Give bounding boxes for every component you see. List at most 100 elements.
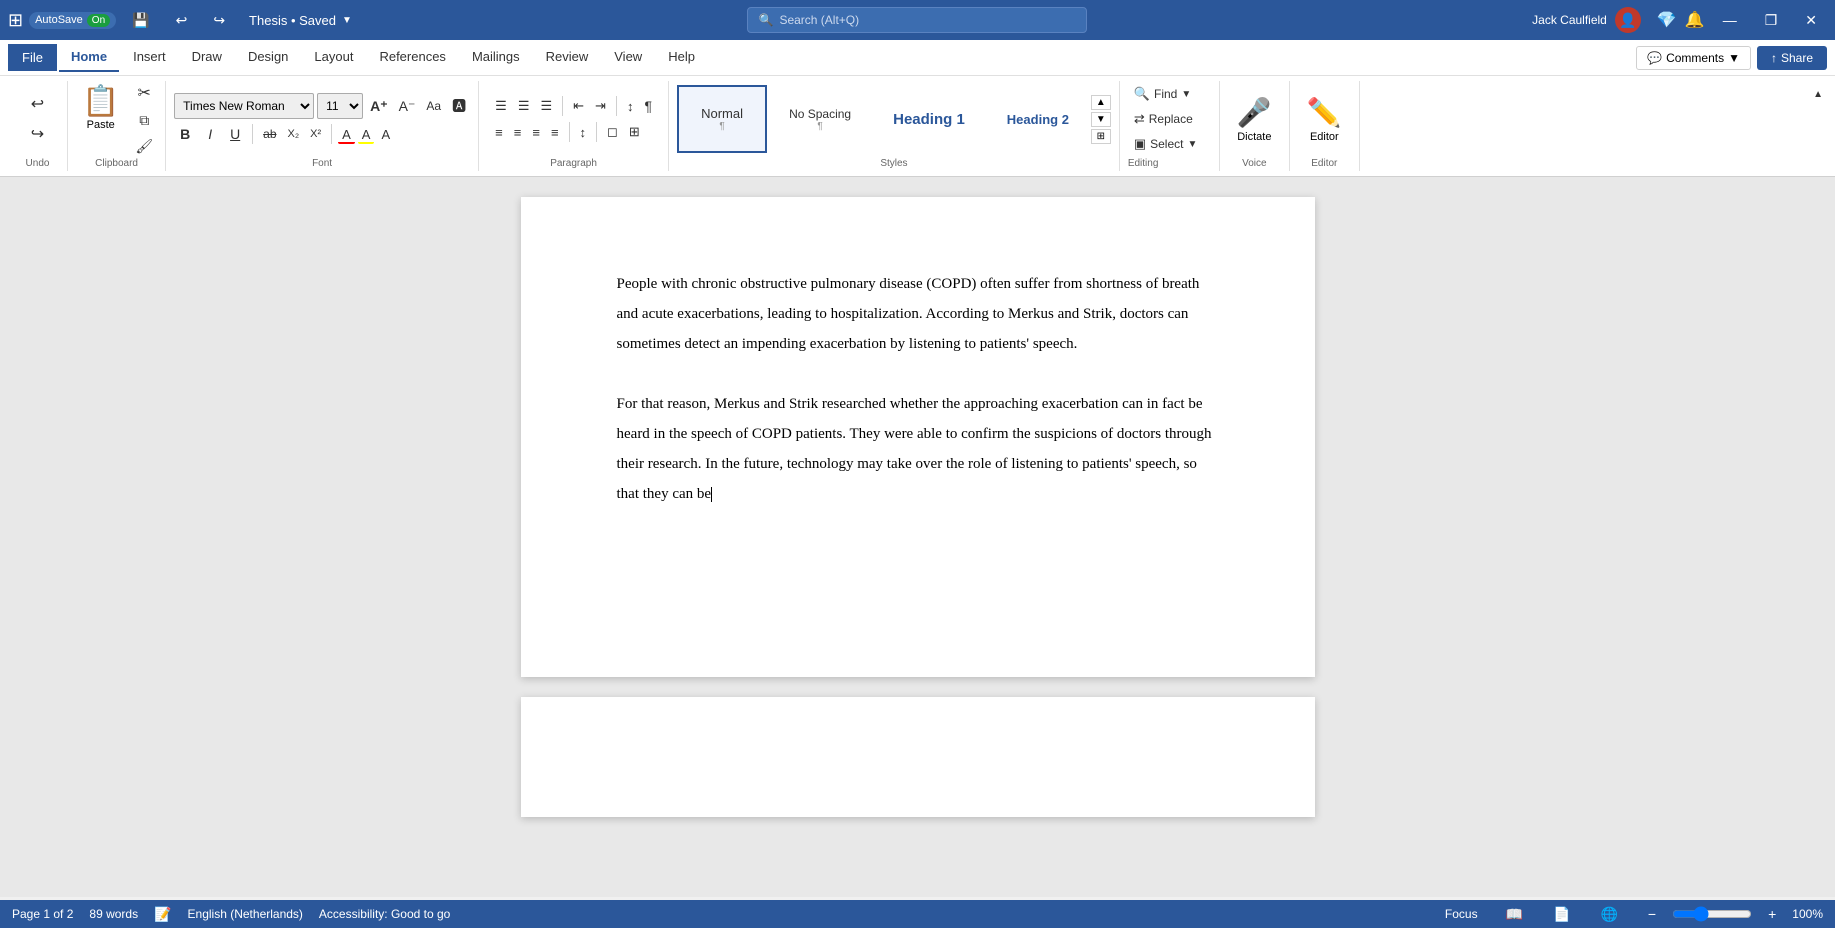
- focus-button[interactable]: Focus: [1437, 906, 1486, 922]
- toolbar: ↩ ↪ Undo 📋 Paste ✂ ⧉ 🖌 Clipboard: [0, 76, 1835, 176]
- format-painter-button[interactable]: 🖌: [131, 135, 157, 158]
- ribbon: File Home Insert Draw Design Layout Refe…: [0, 40, 1835, 177]
- tab-draw[interactable]: Draw: [180, 43, 234, 72]
- strikethrough-button[interactable]: ab: [259, 124, 280, 144]
- tab-file[interactable]: File: [8, 44, 57, 71]
- replace-label: Replace: [1149, 112, 1193, 126]
- font-name-select[interactable]: Times New Roman: [174, 93, 314, 119]
- print-layout-button[interactable]: 📄: [1543, 903, 1580, 925]
- font-size-select[interactable]: 11: [317, 93, 363, 119]
- share-icon: ↑: [1771, 51, 1777, 65]
- style-no-spacing[interactable]: No Spacing ¶: [769, 85, 871, 153]
- tab-view[interactable]: View: [602, 43, 654, 72]
- autosave-label: AutoSave: [35, 14, 83, 26]
- justify-button[interactable]: ≡: [547, 122, 563, 143]
- styles-scroll-down[interactable]: ▼: [1091, 112, 1111, 127]
- notifications-icon[interactable]: 🔔: [1685, 10, 1705, 30]
- highlight-color-button[interactable]: A: [358, 124, 375, 144]
- zoom-slider[interactable]: [1672, 906, 1752, 922]
- web-layout-button[interactable]: 🌐: [1590, 903, 1627, 925]
- indent-dec-button[interactable]: ⇤: [569, 95, 588, 117]
- tab-home[interactable]: Home: [59, 43, 119, 72]
- avatar[interactable]: 👤: [1615, 7, 1641, 33]
- editing-group-label: Editing: [1128, 158, 1159, 169]
- numbering-button[interactable]: ☰: [514, 95, 534, 117]
- font-color-button[interactable]: A: [338, 124, 355, 144]
- styles-expand[interactable]: ⊞: [1091, 129, 1111, 144]
- font-shrink-button[interactable]: A⁻: [395, 95, 420, 118]
- font-grow-button[interactable]: A⁺: [366, 95, 392, 118]
- line-spacing-button[interactable]: ↕: [576, 122, 591, 143]
- proofing-icon[interactable]: 📝: [154, 906, 171, 923]
- office-logo-icon[interactable]: ⊞: [8, 10, 23, 31]
- tab-help[interactable]: Help: [656, 43, 707, 72]
- status-right: Focus 📖 📄 🌐 − + 100%: [1437, 903, 1823, 925]
- quick-save-button[interactable]: 💾: [122, 9, 159, 31]
- superscript-button[interactable]: X²: [306, 125, 325, 143]
- undo-button[interactable]: ↩: [27, 91, 48, 117]
- minimize-button[interactable]: —: [1713, 9, 1747, 31]
- bold-button[interactable]: B: [174, 123, 196, 145]
- text-effects-button[interactable]: A: [377, 124, 394, 145]
- tab-review[interactable]: Review: [534, 43, 601, 72]
- copy-button[interactable]: ⧉: [131, 109, 157, 132]
- subscript-button[interactable]: X₂: [284, 125, 304, 143]
- clear-format-button[interactable]: 🅰: [448, 93, 470, 119]
- replace-icon: ⇄: [1134, 111, 1145, 127]
- undo-quick-button[interactable]: ↩: [166, 9, 198, 31]
- align-right-button[interactable]: ≡: [528, 122, 544, 143]
- title-chevron-icon[interactable]: ▼: [342, 15, 352, 26]
- sort-button[interactable]: ↕: [623, 96, 638, 117]
- redo-quick-button[interactable]: ↪: [203, 9, 235, 31]
- style-heading1-label: Heading 1: [893, 111, 965, 128]
- find-button[interactable]: 🔍 Find ▼: [1128, 83, 1204, 105]
- italic-button[interactable]: I: [199, 123, 221, 145]
- borders-button[interactable]: ⊞: [625, 121, 644, 143]
- close-button[interactable]: ✕: [1795, 9, 1827, 31]
- restore-button[interactable]: ❐: [1755, 9, 1788, 31]
- share-button[interactable]: ↑ Share: [1757, 46, 1827, 70]
- paragraph-2[interactable]: For that reason, Merkus and Strik resear…: [617, 389, 1219, 509]
- select-button[interactable]: ▣ Select ▼: [1128, 133, 1204, 155]
- style-heading1[interactable]: Heading 1: [873, 85, 985, 153]
- accessibility-status[interactable]: Accessibility: Good to go: [319, 907, 450, 921]
- replace-button[interactable]: ⇄ Replace: [1128, 108, 1204, 130]
- indent-inc-button[interactable]: ⇥: [591, 95, 610, 117]
- multilevel-button[interactable]: ☰: [536, 95, 556, 117]
- tab-insert[interactable]: Insert: [121, 43, 178, 72]
- tab-design[interactable]: Design: [236, 43, 300, 72]
- ribbon-icon[interactable]: 💎: [1657, 10, 1677, 30]
- language[interactable]: English (Netherlands): [188, 907, 303, 921]
- align-left-button[interactable]: ≡: [491, 122, 507, 143]
- paste-button[interactable]: 📋 Paste: [76, 80, 125, 135]
- styles-scroll: ▲ ▼ ⊞: [1091, 95, 1111, 144]
- zoom-out-button[interactable]: −: [1638, 903, 1666, 925]
- align-center-button[interactable]: ≡: [510, 122, 526, 143]
- underline-button[interactable]: U: [224, 123, 246, 145]
- undo-group-label: Undo: [26, 158, 50, 169]
- tab-mailings[interactable]: Mailings: [460, 43, 532, 72]
- select-label: Select: [1150, 137, 1183, 151]
- read-mode-button[interactable]: 📖: [1496, 903, 1533, 925]
- styles-scroll-up[interactable]: ▲: [1091, 95, 1111, 110]
- comments-button[interactable]: 💬 Comments ▼: [1636, 46, 1751, 70]
- status-bar: Page 1 of 2 89 words 📝 English (Netherla…: [0, 900, 1835, 928]
- search-box[interactable]: 🔍 Search (Alt+Q): [747, 7, 1087, 33]
- clipboard-group-label: Clipboard: [95, 158, 138, 169]
- paragraph-1[interactable]: People with chronic obstructive pulmonar…: [617, 269, 1219, 359]
- tab-references[interactable]: References: [367, 43, 457, 72]
- redo-button[interactable]: ↪: [27, 121, 48, 147]
- style-normal[interactable]: Normal ¶: [677, 85, 767, 153]
- editor-group-label: Editor: [1311, 158, 1337, 169]
- shading-button[interactable]: ◻: [603, 121, 622, 143]
- collapse-ribbon-button[interactable]: ▲: [1809, 86, 1827, 103]
- tab-layout[interactable]: Layout: [302, 43, 365, 72]
- show-para-button[interactable]: ¶: [640, 95, 656, 117]
- cut-button[interactable]: ✂: [131, 80, 157, 106]
- zoom-in-button[interactable]: +: [1758, 903, 1786, 925]
- change-case-button[interactable]: Aa: [422, 96, 445, 116]
- style-heading2[interactable]: Heading 2: [987, 85, 1089, 153]
- autosave-state[interactable]: On: [87, 14, 110, 27]
- bullets-button[interactable]: ☰: [491, 95, 511, 117]
- page-1: People with chronic obstructive pulmonar…: [521, 197, 1315, 677]
